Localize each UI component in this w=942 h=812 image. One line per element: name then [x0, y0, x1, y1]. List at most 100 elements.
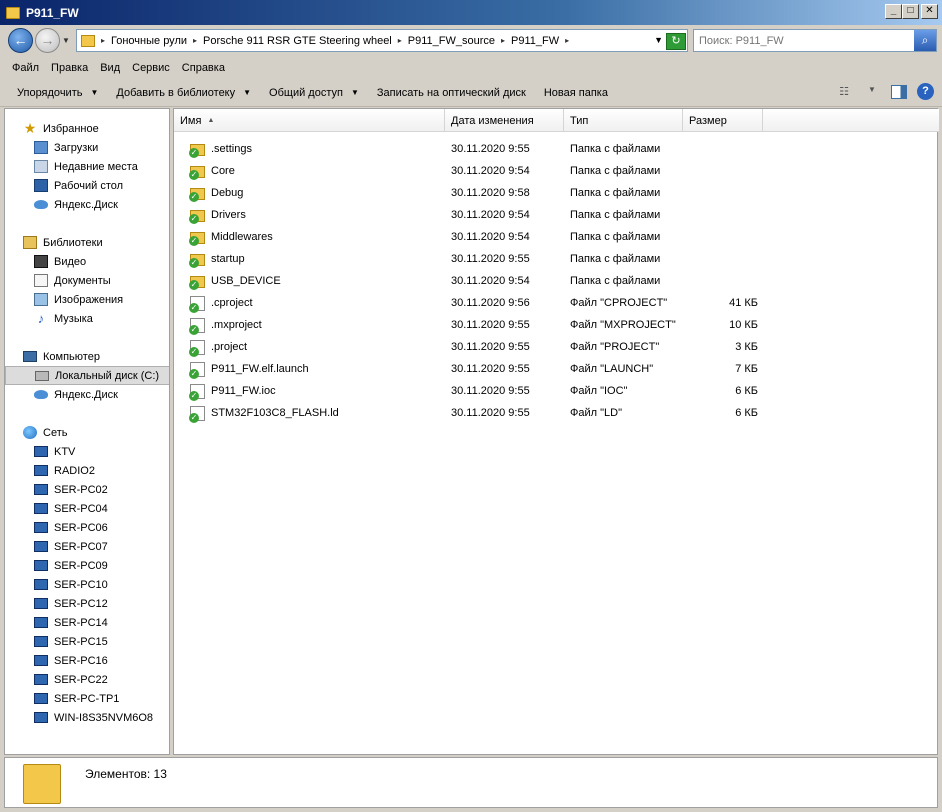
- breadcrumb-separator-icon[interactable]: ▸: [565, 36, 569, 45]
- file-row[interactable]: ✓ Drivers 30.11.2020 9:54 Папка с файлами: [174, 204, 939, 226]
- breadcrumb-item[interactable]: P911_FW: [511, 35, 559, 47]
- nav-item[interactable]: SER-PC12: [5, 594, 169, 613]
- file-row[interactable]: ✓ P911_FW.elf.launch 30.11.2020 9:55 Файл "…: [174, 358, 939, 380]
- address-bar[interactable]: ▸ Гоночные рули ▸ Porsche 911 RSR GTE Steer…: [76, 29, 688, 52]
- command-label: Добавить в библиотеку: [116, 86, 236, 99]
- forward-button[interactable]: →: [35, 28, 60, 53]
- file-row[interactable]: ✓ .settings 30.11.2020 9:55 Папка с файлами: [174, 138, 939, 160]
- view-dropdown-arrow[interactable]: ▼: [863, 85, 881, 99]
- network-computer-icon: [34, 465, 48, 476]
- search-input[interactable]: [699, 34, 911, 47]
- file-list: Имя ▲ Дата изменения Тип Размер ✓ .setting…: [173, 108, 939, 755]
- breadcrumb-item[interactable]: Porsche 911 RSR GTE Steering wheel: [203, 35, 392, 47]
- file-row[interactable]: ✓ .project 30.11.2020 9:55 Файл "PROJECT" 3 …: [174, 336, 939, 358]
- column-date-header[interactable]: Дата изменения: [445, 109, 564, 132]
- menu-item[interactable]: Файл: [6, 62, 45, 74]
- nav-item[interactable]: SER-PC10: [5, 575, 169, 594]
- nav-item[interactable]: Недавние места: [5, 157, 169, 176]
- command-button[interactable]: Записать на оптический диск: [368, 87, 535, 99]
- nav-item[interactable]: Загрузки: [5, 138, 169, 157]
- nav-item[interactable]: SER-PC15: [5, 632, 169, 651]
- close-button[interactable]: ✕: [921, 4, 938, 19]
- column-name-header[interactable]: Имя ▲: [174, 109, 445, 132]
- nav-item[interactable]: KTV: [5, 442, 169, 461]
- nav-group-header-favorites[interactable]: ★ Избранное: [5, 119, 169, 138]
- command-button[interactable]: Добавить в библиотеку ▼: [107, 87, 260, 99]
- file-row[interactable]: ✓ .mxproject 30.11.2020 9:55 Файл "MXPROJEC…: [174, 314, 939, 336]
- nav-item[interactable]: SER-PC09: [5, 556, 169, 575]
- preview-pane-icon[interactable]: [891, 84, 907, 99]
- breadcrumb-separator-icon[interactable]: ▸: [398, 36, 402, 45]
- view-mode-icon[interactable]: ☷: [835, 85, 853, 99]
- network-computer-icon: [34, 522, 48, 533]
- column-type-header[interactable]: Тип: [564, 109, 683, 132]
- menu-bar: Файл Правка Вид Сервис Справка: [0, 57, 942, 79]
- file-name: P911_FW.elf.launch: [211, 363, 309, 375]
- nav-item[interactable]: SER-PC06: [5, 518, 169, 537]
- nav-item-label: Локальный диск (C:): [55, 369, 160, 382]
- breadcrumb-separator-icon[interactable]: ▸: [193, 36, 197, 45]
- nav-item-label: SER-PC10: [54, 578, 108, 591]
- file-row[interactable]: ✓ Core 30.11.2020 9:54 Папка с файлами: [174, 160, 939, 182]
- folder-icon: ✓: [189, 254, 205, 268]
- nav-item[interactable]: SER-PC04: [5, 499, 169, 518]
- nav-group-header-network[interactable]: Сеть: [5, 423, 169, 442]
- file-name-cell: ✓ Middlewares: [189, 230, 444, 246]
- address-dropdown-arrow[interactable]: ▼: [654, 35, 663, 45]
- file-type-cell: Файл "LAUNCH": [570, 363, 654, 375]
- nav-item[interactable]: Рабочий стол: [5, 176, 169, 195]
- file-name: .cproject: [211, 297, 253, 309]
- nav-item[interactable]: Изображения: [5, 290, 169, 309]
- nav-item[interactable]: Видео: [5, 252, 169, 271]
- title-bar: P911_FW _ □ ✕: [0, 0, 942, 25]
- file-row[interactable]: ✓ P911_FW.ioc 30.11.2020 9:55 Файл "IOC" 6 К…: [174, 380, 939, 402]
- file-row[interactable]: ✓ startup 30.11.2020 9:55 Папка с файлами: [174, 248, 939, 270]
- nav-item[interactable]: SER-PC16: [5, 651, 169, 670]
- navigation-pane: ★ Избранное Загрузки Недавние места Рабочий …: [4, 108, 170, 755]
- nav-item[interactable]: Документы: [5, 271, 169, 290]
- nav-item[interactable]: SER-PC-TP1: [5, 689, 169, 708]
- menu-item[interactable]: Сервис: [126, 62, 176, 74]
- nav-item[interactable]: SER-PC02: [5, 480, 169, 499]
- help-icon[interactable]: ?: [917, 83, 934, 100]
- nav-item[interactable]: ♪ Музыка: [5, 309, 169, 328]
- nav-item[interactable]: Яндекс.Диск: [5, 195, 169, 214]
- file-row[interactable]: ✓ .cproject 30.11.2020 9:56 Файл "CPROJECT"…: [174, 292, 939, 314]
- file-row[interactable]: ✓ USB_DEVICE 30.11.2020 9:54 Папка с файлам…: [174, 270, 939, 292]
- breadcrumb-separator-icon[interactable]: ▸: [101, 36, 105, 45]
- nav-item[interactable]: SER-PC14: [5, 613, 169, 632]
- network-computer-icon: [34, 446, 48, 457]
- maximize-button[interactable]: □: [902, 4, 919, 19]
- file-row[interactable]: ✓ Debug 30.11.2020 9:58 Папка с файлами: [174, 182, 939, 204]
- file-row[interactable]: ✓ STM32F103C8_FLASH.ld 30.11.2020 9:55 Файл…: [174, 402, 939, 424]
- search-icon[interactable]: ⌕: [914, 30, 936, 51]
- breadcrumb-separator-icon[interactable]: ▸: [501, 36, 505, 45]
- recent-pages-dropdown[interactable]: ▼: [62, 36, 70, 45]
- network-computer-icon: [34, 579, 48, 590]
- menu-item[interactable]: Правка: [45, 62, 94, 74]
- nav-item[interactable]: Яндекс.Диск: [5, 385, 169, 404]
- command-button[interactable]: Упорядочить ▼: [8, 87, 107, 99]
- nav-item[interactable]: Локальный диск (C:): [5, 366, 169, 385]
- file-row[interactable]: ✓ Middlewares 30.11.2020 9:54 Папка с файла…: [174, 226, 939, 248]
- nav-item[interactable]: SER-PC22: [5, 670, 169, 689]
- nav-group-header-computer[interactable]: Компьютер: [5, 347, 169, 366]
- column-size-header[interactable]: Размер: [683, 109, 763, 132]
- nav-group-header-libraries[interactable]: Библиотеки: [5, 233, 169, 252]
- folder-icon: ✓: [189, 166, 205, 180]
- breadcrumb-item[interactable]: Гоночные рули: [111, 35, 187, 47]
- nav-item[interactable]: SER-PC07: [5, 537, 169, 556]
- nav-item[interactable]: WIN-I8S35NVM6O8: [5, 708, 169, 727]
- nav-item[interactable]: RADIO2: [5, 461, 169, 480]
- minimize-button[interactable]: _: [885, 4, 902, 19]
- back-button[interactable]: ←: [8, 28, 33, 53]
- refresh-button[interactable]: ↻: [666, 33, 686, 50]
- command-button[interactable]: Общий доступ ▼: [260, 87, 368, 99]
- command-button[interactable]: Новая папка: [535, 87, 617, 99]
- file-icon: ✓: [189, 383, 205, 401]
- file-date-cell: 30.11.2020 9:56: [451, 297, 530, 309]
- menu-item[interactable]: Вид: [94, 62, 126, 74]
- file-size-cell: 41 КБ: [729, 297, 758, 309]
- breadcrumb-item[interactable]: P911_FW_source: [408, 35, 495, 47]
- menu-item[interactable]: Справка: [176, 62, 231, 74]
